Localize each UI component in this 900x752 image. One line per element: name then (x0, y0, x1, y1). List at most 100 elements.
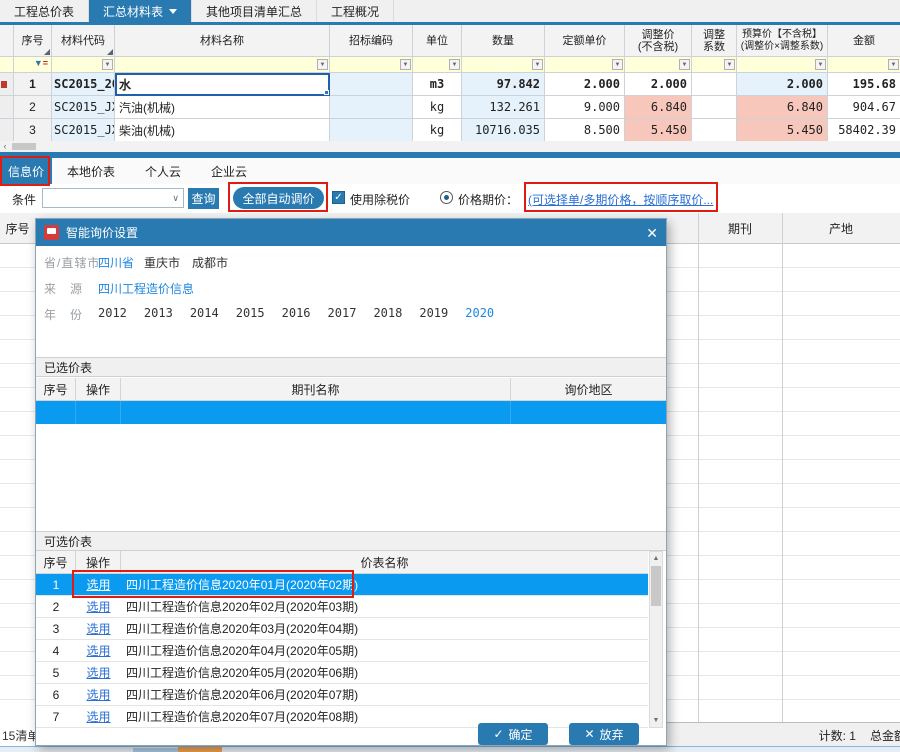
filter-cell[interactable]: ▼ (625, 57, 692, 73)
year-option[interactable]: 2013 (144, 306, 173, 320)
vertical-scrollbar[interactable]: ▲ ▼ (649, 551, 663, 728)
province-option-selected[interactable]: 四川省 (98, 254, 134, 271)
province-option[interactable]: 成都市 (192, 254, 228, 271)
filter-dropdown-icon[interactable]: ▼ (102, 59, 113, 70)
cell-unit[interactable]: m3 (413, 73, 462, 96)
col-material-name[interactable]: 材料名称 (115, 25, 330, 57)
close-icon[interactable]: ✕ (646, 226, 658, 240)
filter-dropdown-icon[interactable]: ▼ (449, 59, 460, 70)
filter-cell[interactable]: ▼ (828, 57, 900, 73)
available-row[interactable]: 2 选用 四川工程造价信息2020年02月(2020年03期) (36, 596, 648, 618)
cell-bid-code[interactable] (330, 119, 413, 142)
tab-other-items-summary[interactable]: 其他项目清单汇总 (192, 0, 317, 22)
chevron-down-icon[interactable] (169, 9, 177, 14)
filter-dropdown-icon[interactable]: ▼ (612, 59, 623, 70)
filter-cell[interactable]: ▼ (462, 57, 545, 73)
year-option[interactable]: 2018 (373, 306, 402, 320)
scrollbar-thumb[interactable] (12, 143, 36, 150)
province-option[interactable]: 重庆市 (144, 254, 180, 271)
select-use-link[interactable]: 选用 (76, 598, 121, 615)
tab-project-overview[interactable]: 工程概况 (317, 0, 394, 22)
select-use-link[interactable]: 选用 (76, 642, 121, 659)
filter-dropdown-icon[interactable]: ▼ (724, 59, 735, 70)
select-use-link[interactable]: 选用 (76, 664, 121, 681)
year-option[interactable]: 2012 (98, 306, 127, 320)
cell-amount[interactable]: 904.67 (828, 96, 900, 119)
horizontal-scrollbar[interactable]: ‹ (0, 141, 900, 152)
cell-quantity[interactable]: 132.261 (462, 96, 545, 119)
cell-seq[interactable]: 3 (14, 119, 52, 142)
select-use-link[interactable]: 选用 (76, 708, 121, 725)
cell-quota-price[interactable]: 2.000 (545, 73, 625, 96)
col-amount[interactable]: 金额 (828, 25, 900, 57)
cell-unit[interactable]: kg (413, 96, 462, 119)
filter-cell[interactable]: ▼ (545, 57, 625, 73)
selected-list-empty-row[interactable] (36, 401, 666, 424)
filter-dropdown-icon[interactable]: ▼ (815, 59, 826, 70)
scroll-up-icon[interactable]: ▲ (650, 552, 662, 565)
col-quota-price[interactable]: 定额单价 (545, 25, 625, 57)
cell-material-name[interactable]: 柴油(机械) (115, 119, 330, 142)
filter-cell[interactable]: ▼ (52, 57, 115, 73)
cell-unit[interactable]: kg (413, 119, 462, 142)
price-period-radio[interactable] (440, 191, 453, 204)
cell-amount[interactable]: 58402.39 (828, 119, 900, 142)
cell-budget-price[interactable]: 5.450 (737, 119, 828, 142)
cell-amount[interactable]: 195.68 (828, 73, 900, 96)
filter-funnel-cell[interactable]: ▼= (14, 57, 52, 73)
table-row[interactable]: 1 SC2015_200 水 m3 97.842 2.000 2.000 2.0… (0, 73, 900, 96)
year-option-selected[interactable]: 2020 (465, 306, 494, 320)
selection-handle[interactable] (324, 90, 329, 95)
cell-adjusted-price[interactable]: 5.450 (625, 119, 692, 142)
available-row[interactable]: 6 选用 四川工程造价信息2020年06月(2020年07期) (36, 684, 648, 706)
scroll-left-icon[interactable]: ‹ (0, 141, 10, 152)
col-quantity[interactable]: 数量 (462, 25, 545, 57)
cell-budget-price[interactable]: 6.840 (737, 96, 828, 119)
cell-seq[interactable]: 2 (14, 96, 52, 119)
cell-seq[interactable]: 1 (14, 73, 52, 96)
tab-personal-cloud[interactable]: 个人云 (130, 158, 196, 184)
tab-material-summary[interactable]: 汇总材料表 (89, 0, 192, 22)
col-adjust-factor[interactable]: 调整 系数 (692, 25, 737, 57)
cell-quantity[interactable]: 10716.035 (462, 119, 545, 142)
filter-dropdown-icon[interactable]: ▼ (888, 59, 899, 70)
filter-cell[interactable]: ▼ (737, 57, 828, 73)
cell-material-code[interactable]: SC2015_JX00 (52, 119, 115, 142)
year-option[interactable]: 2016 (282, 306, 311, 320)
cell-adjust-factor[interactable] (692, 96, 737, 119)
cancel-button[interactable]: ✕放弃 (569, 723, 639, 745)
auto-adjust-all-button[interactable]: 全部自动调价 (233, 187, 324, 209)
filter-cell[interactable]: ▼ (115, 57, 330, 73)
filter-dropdown-icon[interactable]: ▼ (317, 59, 328, 70)
cell-bid-code[interactable] (330, 73, 413, 96)
select-use-link[interactable]: 选用 (76, 620, 121, 637)
col-adjusted-price[interactable]: 调整价 (不含税) (625, 25, 692, 57)
tab-enterprise-cloud[interactable]: 企业云 (196, 158, 262, 184)
cell-budget-price[interactable]: 2.000 (737, 73, 828, 96)
available-row[interactable]: 4 选用 四川工程造价信息2020年04月(2020年05期) (36, 640, 648, 662)
cell-material-name-selected[interactable]: 水 (115, 73, 330, 96)
cell-material-code[interactable]: SC2015_JX00 (52, 96, 115, 119)
cell-quota-price[interactable]: 9.000 (545, 96, 625, 119)
cell-bid-code[interactable] (330, 96, 413, 119)
cell-material-name[interactable]: 汽油(机械) (115, 96, 330, 119)
col-bid-code[interactable]: 招标编码 (330, 25, 413, 57)
filter-cell[interactable]: ▼ (413, 57, 462, 73)
source-option-selected[interactable]: 四川工程造价信息 (98, 280, 194, 297)
available-row[interactable]: 5 选用 四川工程造价信息2020年05月(2020年06期) (36, 662, 648, 684)
scrollbar-thumb[interactable] (651, 566, 661, 606)
scroll-down-icon[interactable]: ▼ (650, 714, 662, 727)
year-option[interactable]: 2019 (419, 306, 448, 320)
table-row[interactable]: 3 SC2015_JX00 柴油(机械) kg 10716.035 8.500 … (0, 119, 900, 142)
filter-dropdown-icon[interactable]: ▼ (679, 59, 690, 70)
tab-local-price-table[interactable]: 本地价表 (52, 158, 130, 184)
condition-combobox[interactable]: ∨ (42, 188, 184, 208)
filter-dropdown-icon[interactable]: ▼ (400, 59, 411, 70)
cell-adjusted-price[interactable]: 6.840 (625, 96, 692, 119)
available-row[interactable]: 7 选用 四川工程造价信息2020年07月(2020年08期) (36, 706, 648, 728)
cell-material-code[interactable]: SC2015_200 (52, 73, 115, 96)
filter-cell[interactable]: ▼ (330, 57, 413, 73)
year-option[interactable]: 2015 (236, 306, 265, 320)
col-seq[interactable]: 序号 (14, 25, 52, 57)
dialog-title-bar[interactable]: 智能询价设置 ✕ (36, 219, 666, 246)
